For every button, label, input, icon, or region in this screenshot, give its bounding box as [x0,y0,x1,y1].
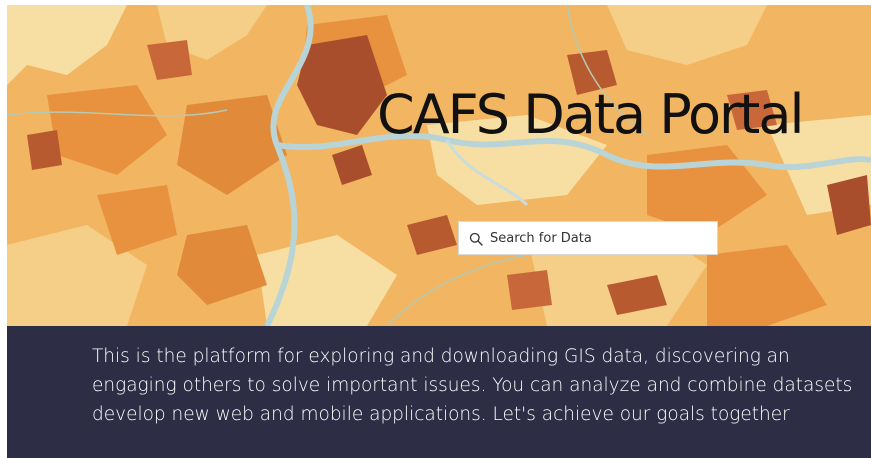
intro-paragraph: This is the platform for exploring and d… [92,342,871,429]
intro-line: develop new web and mobile applications.… [92,404,790,425]
search-box[interactable] [458,221,718,255]
intro-line: This is the platform for exploring and d… [92,346,790,367]
page-title: CAFS Data Portal [377,83,804,146]
intro-line: engaging others to solve important issue… [92,375,853,396]
land-cover-map-image [7,5,871,326]
hero-banner: CAFS Data Portal [7,5,871,326]
search-icon [469,231,483,246]
intro-section: This is the platform for exploring and d… [7,326,871,458]
search-input[interactable] [490,230,710,246]
page: CAFS Data Portal This is the platform fo… [0,0,871,458]
